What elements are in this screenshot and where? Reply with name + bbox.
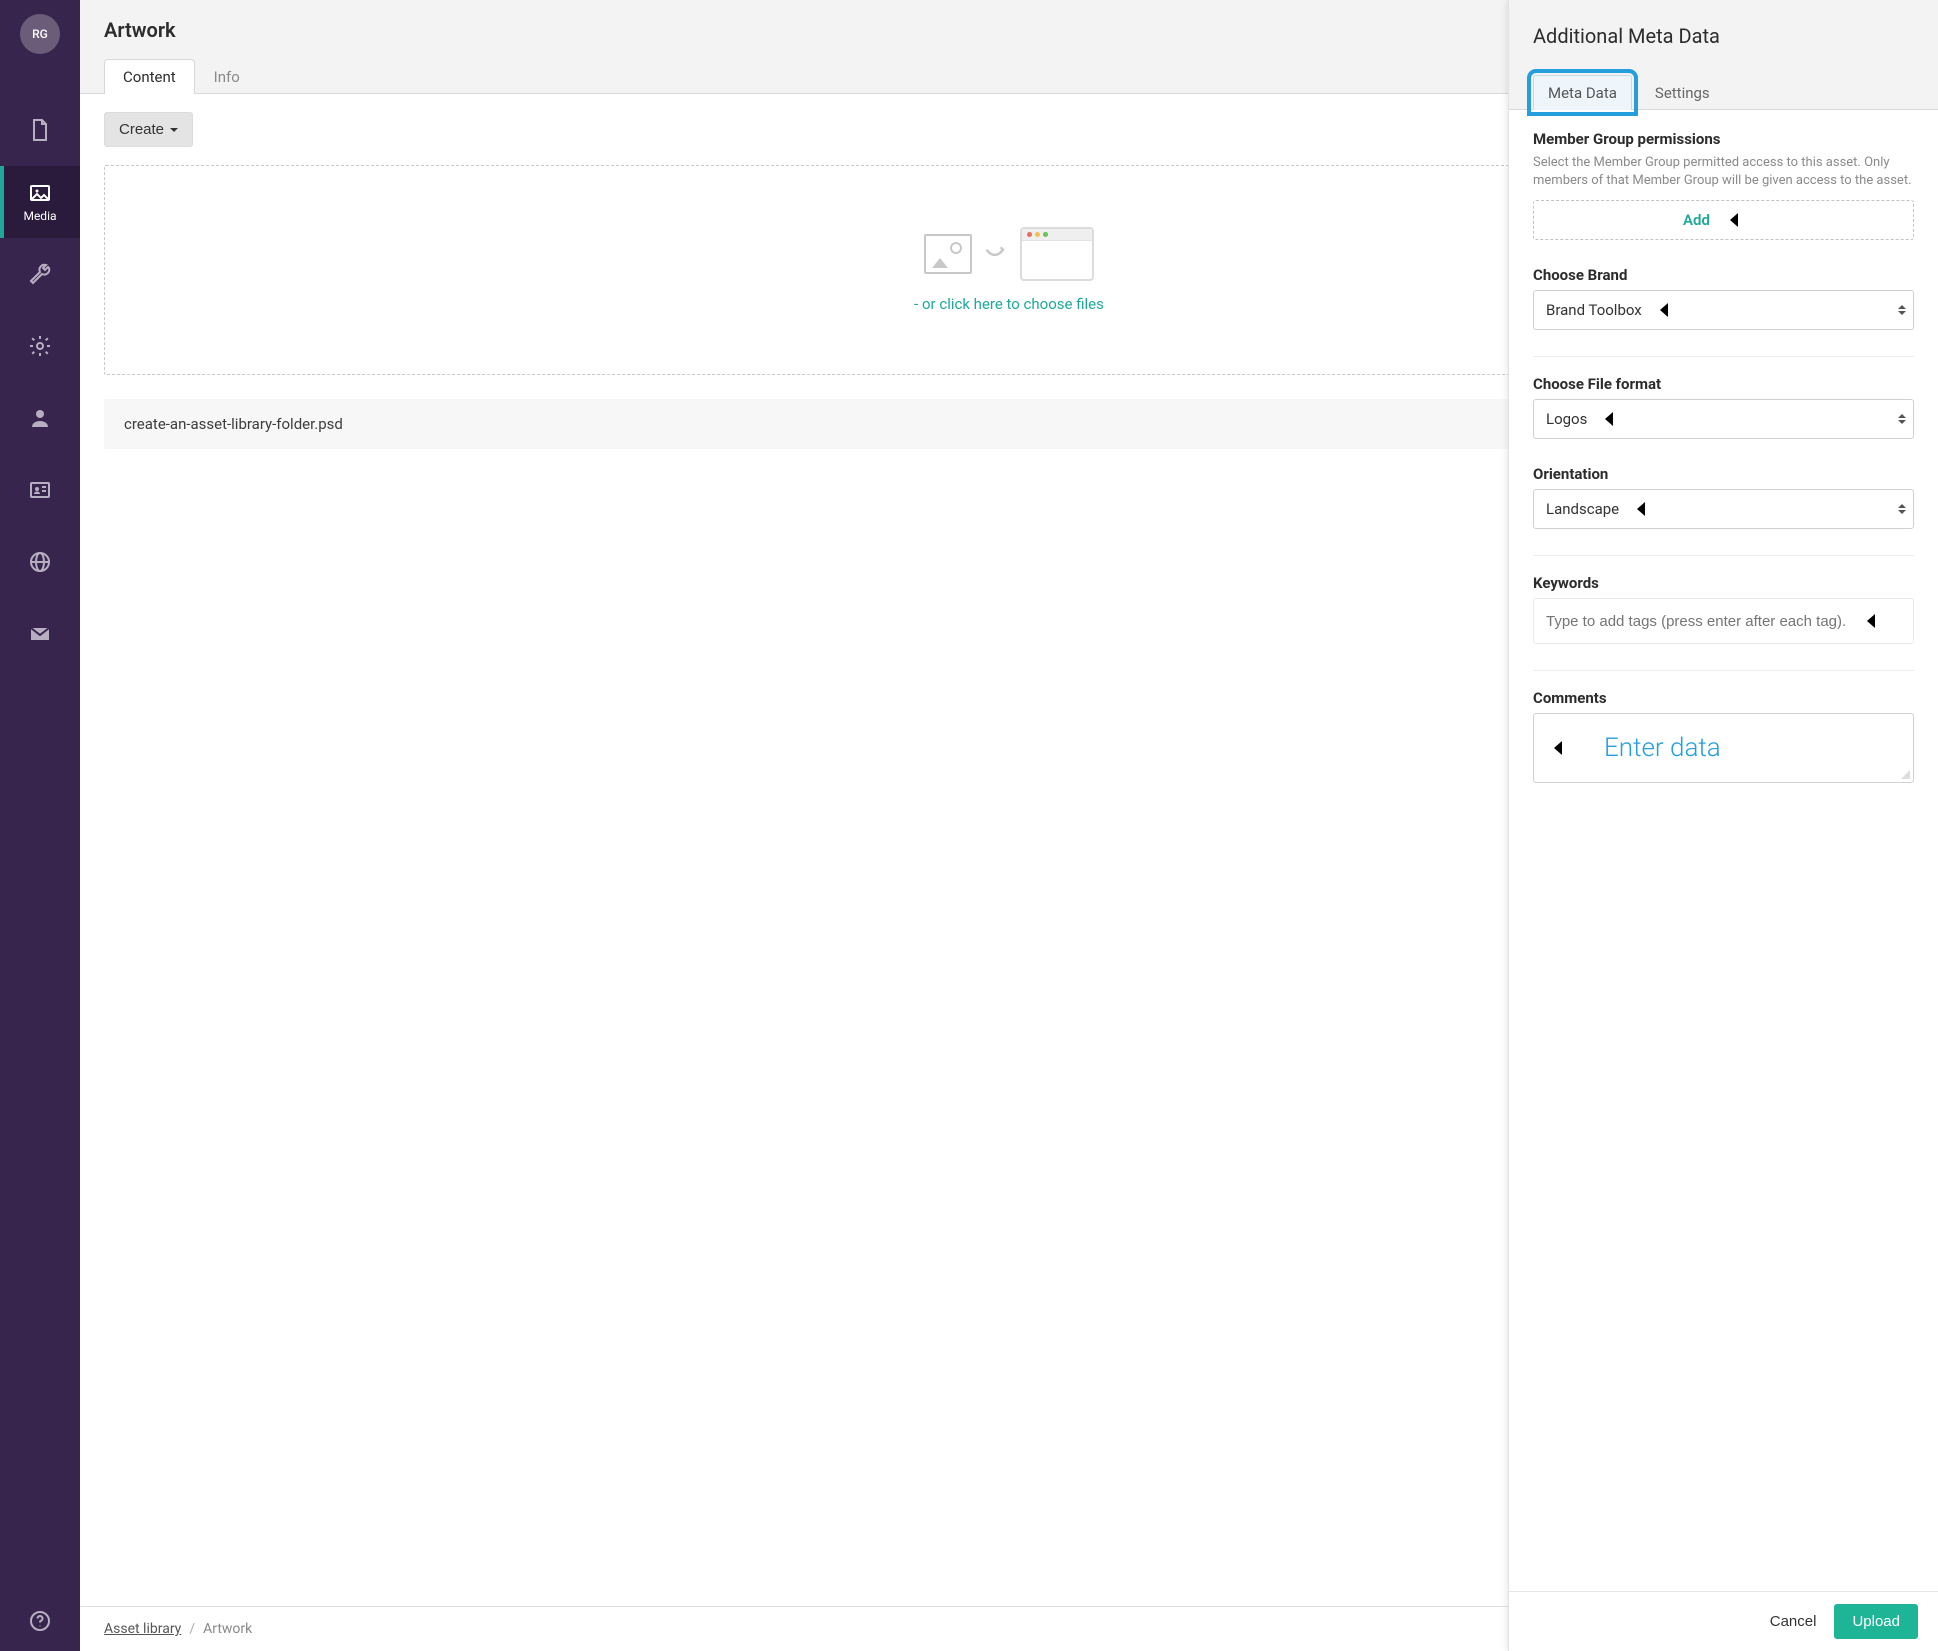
caret-down-icon xyxy=(170,128,178,132)
hint-arrow-icon xyxy=(1631,499,1671,519)
divider xyxy=(1533,670,1914,671)
create-button[interactable]: Create xyxy=(104,112,193,147)
divider xyxy=(1533,356,1914,357)
comments-input[interactable]: Enter data xyxy=(1533,713,1914,783)
mail-icon xyxy=(28,622,52,646)
hint-arrow-icon xyxy=(1654,300,1694,320)
nav-media-label: Media xyxy=(23,209,56,223)
nav-help[interactable] xyxy=(0,1591,80,1651)
help-icon xyxy=(28,1609,52,1633)
breadcrumb-current: Artwork xyxy=(203,1621,252,1637)
brand-select[interactable]: Brand Toolbox xyxy=(1533,290,1914,330)
arrow-right-icon xyxy=(982,238,1010,270)
nav-members[interactable] xyxy=(0,454,80,526)
permissions-title: Member Group permissions xyxy=(1533,130,1914,148)
dropzone-graphic xyxy=(924,227,1094,281)
create-button-label: Create xyxy=(119,121,164,138)
panel-tabs: Meta Data Settings xyxy=(1533,74,1914,109)
wrench-icon xyxy=(28,262,52,286)
format-select[interactable]: Logos xyxy=(1533,399,1914,439)
panel-title: Additional Meta Data xyxy=(1533,24,1914,48)
dropzone-text: - or click here to choose files xyxy=(914,295,1104,313)
tab-info[interactable]: Info xyxy=(195,59,259,94)
file-name: create-an-asset-library-folder.psd xyxy=(124,415,343,433)
permissions-add-box[interactable]: Add xyxy=(1533,200,1914,240)
hint-arrow-icon xyxy=(1599,409,1639,429)
metadata-panel: Additional Meta Data Meta Data Settings … xyxy=(1508,0,1938,1651)
upload-button[interactable]: Upload xyxy=(1834,1604,1918,1639)
user-icon xyxy=(28,406,52,430)
nav-translation[interactable] xyxy=(0,526,80,598)
keywords-field[interactable] xyxy=(1546,613,1847,630)
nav-rail: RG Media xyxy=(0,0,80,1651)
section-permissions: Member Group permissions Select the Memb… xyxy=(1533,130,1914,240)
divider xyxy=(1533,555,1914,556)
section-orientation: Orientation Landscape xyxy=(1533,465,1914,529)
document-icon xyxy=(28,118,52,142)
breadcrumb-root[interactable]: Asset library xyxy=(104,1621,181,1637)
tab-content[interactable]: Content xyxy=(104,59,195,94)
gear-icon xyxy=(28,334,52,358)
hint-arrow-icon xyxy=(1548,738,1588,758)
keywords-title: Keywords xyxy=(1533,574,1914,592)
section-comments: Comments Enter data xyxy=(1533,689,1914,783)
orientation-title: Orientation xyxy=(1533,465,1914,483)
brand-value: Brand Toolbox xyxy=(1546,301,1642,319)
breadcrumb-separator: / xyxy=(189,1621,195,1637)
avatar[interactable]: RG xyxy=(20,14,60,54)
image-placeholder-icon xyxy=(924,234,972,274)
section-keywords: Keywords xyxy=(1533,574,1914,644)
panel-footer: Cancel Upload xyxy=(1509,1591,1938,1651)
nav-mail[interactable] xyxy=(0,598,80,670)
section-brand: Choose Brand Brand Toolbox xyxy=(1533,266,1914,330)
hint-arrow-icon xyxy=(1861,611,1901,631)
permissions-desc: Select the Member Group permitted access… xyxy=(1533,154,1914,190)
keywords-input[interactable] xyxy=(1533,598,1914,644)
orientation-select[interactable]: Landscape xyxy=(1533,489,1914,529)
panel-body: Member Group permissions Select the Memb… xyxy=(1509,110,1938,1591)
format-value: Logos xyxy=(1546,410,1587,428)
nav-media[interactable]: Media xyxy=(0,166,80,238)
nav-users[interactable] xyxy=(0,382,80,454)
nav-content[interactable] xyxy=(0,94,80,166)
globe-icon xyxy=(28,550,52,574)
tab-metadata[interactable]: Meta Data xyxy=(1533,75,1632,110)
resize-grip-icon[interactable] xyxy=(1901,770,1910,779)
nav-settings-gear[interactable] xyxy=(0,310,80,382)
panel-header: Additional Meta Data Meta Data Settings xyxy=(1509,0,1938,110)
hint-arrow-icon xyxy=(1724,210,1764,230)
permissions-add-link[interactable]: Add xyxy=(1683,211,1710,229)
tab-settings[interactable]: Settings xyxy=(1640,75,1725,110)
image-icon xyxy=(28,181,52,205)
nav-settings-wrench[interactable] xyxy=(0,238,80,310)
section-format: Choose File format Logos xyxy=(1533,375,1914,439)
comments-title: Comments xyxy=(1533,689,1914,707)
comments-hint: Enter data xyxy=(1604,733,1721,763)
browser-window-icon xyxy=(1020,227,1094,281)
main: Artwork Content Info Create xyxy=(80,0,1938,1651)
orientation-value: Landscape xyxy=(1546,500,1619,518)
id-card-icon xyxy=(28,478,52,502)
cancel-button[interactable]: Cancel xyxy=(1770,1613,1817,1630)
format-title: Choose File format xyxy=(1533,375,1914,393)
brand-title: Choose Brand xyxy=(1533,266,1914,284)
